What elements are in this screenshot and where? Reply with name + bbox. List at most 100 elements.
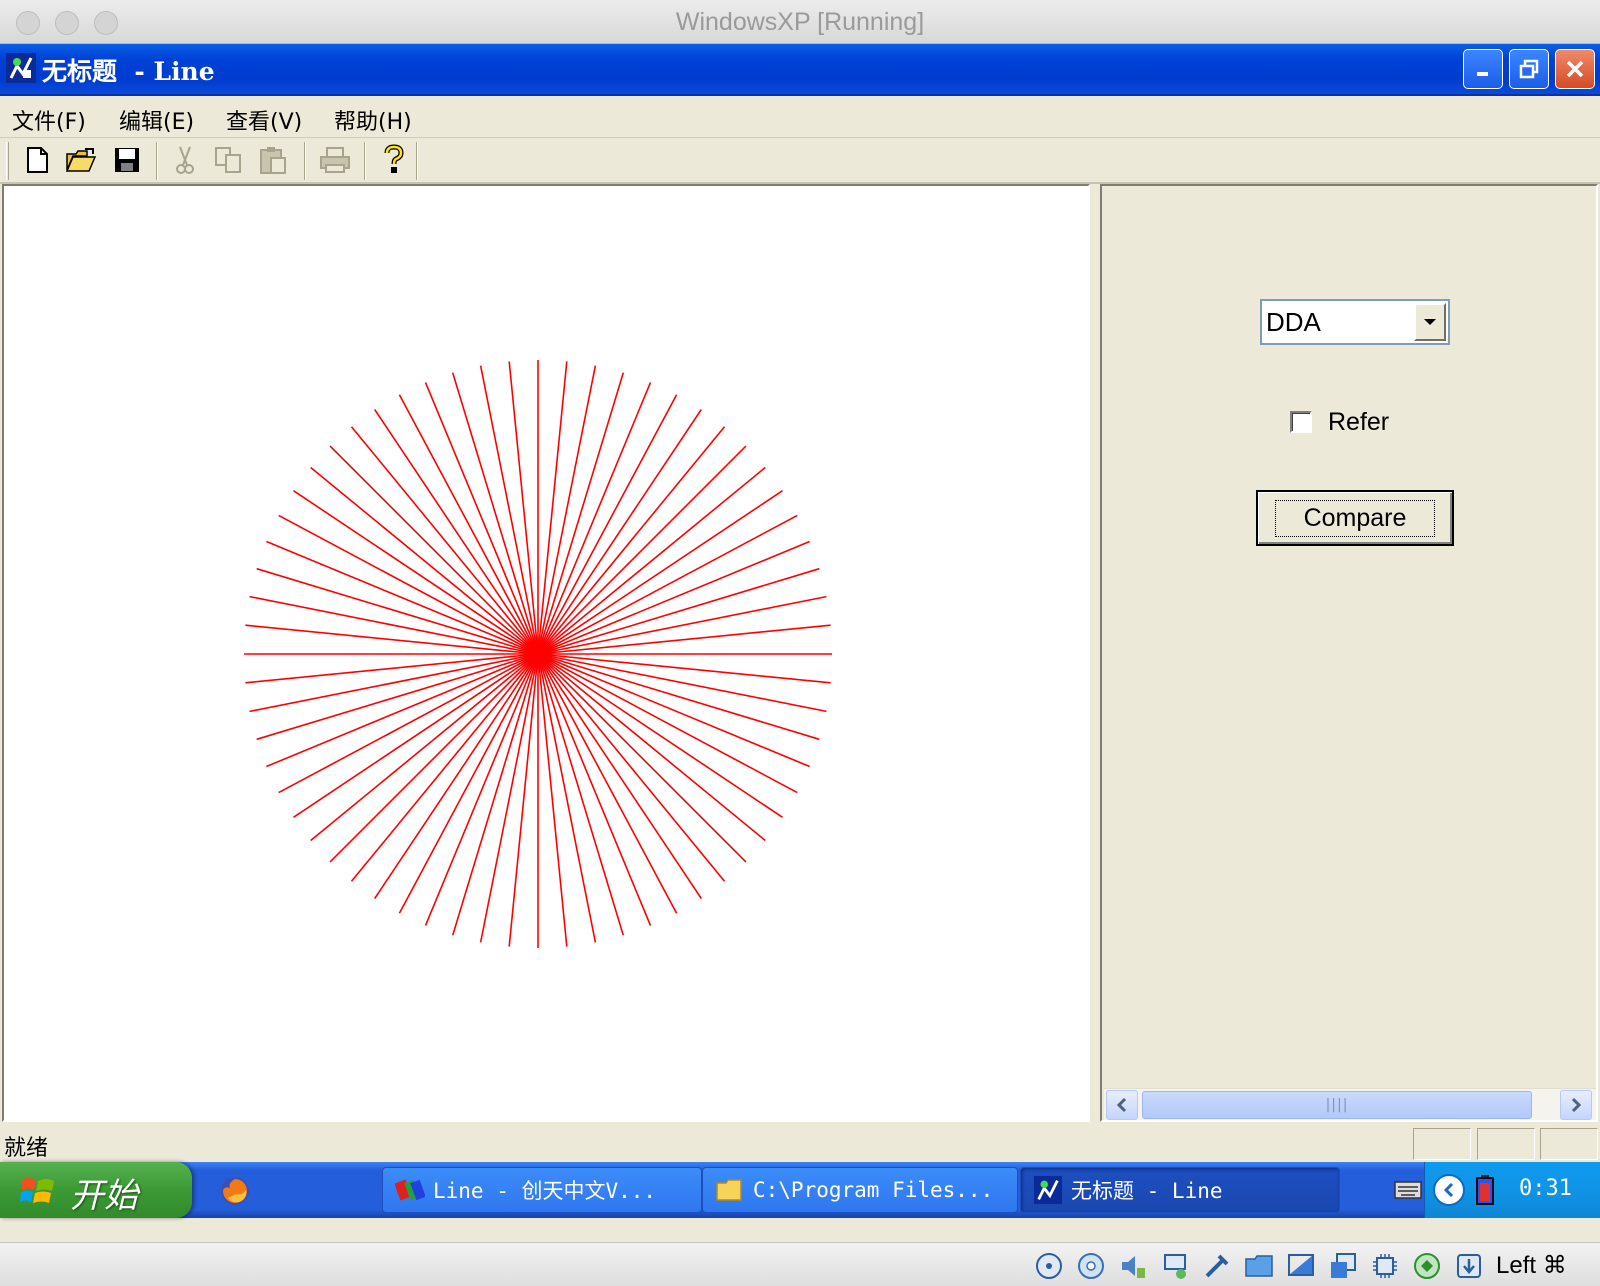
battery-tray[interactable] <box>1475 1174 1497 1206</box>
status-bar: 就绪 <box>0 1124 1600 1162</box>
compare-button[interactable]: Compare <box>1256 490 1454 546</box>
video-capture-icon <box>1331 1253 1356 1278</box>
keyboard-icon <box>1394 1181 1422 1199</box>
save-button[interactable] <box>110 143 144 177</box>
drawn-line <box>537 361 568 655</box>
drawn-line <box>278 653 539 794</box>
task-label: Line - 创天中文V... <box>433 1179 657 1203</box>
chevron-left-icon <box>1443 1182 1454 1198</box>
optical-drive-status[interactable] <box>1076 1251 1106 1281</box>
usb-icon <box>1205 1254 1229 1278</box>
save-icon <box>115 148 139 172</box>
scroll-thumb-grip: |||| <box>1325 1097 1349 1113</box>
paste-icon <box>260 147 286 174</box>
mouse-integration-icon <box>1414 1253 1440 1279</box>
app-title: 无标题 - Line <box>42 57 215 86</box>
firefox-quicklaunch[interactable] <box>218 1174 252 1208</box>
firefox-icon <box>221 1177 249 1205</box>
scroll-left-button[interactable] <box>1106 1090 1138 1120</box>
drawn-line <box>537 394 678 655</box>
refer-option[interactable]: Refer <box>1290 404 1389 440</box>
app-icon <box>1033 1175 1063 1205</box>
minimize-icon <box>1477 72 1488 76</box>
keyboard-tray[interactable] <box>1394 1178 1422 1202</box>
host-key-label: Left ⌘ <box>1496 1252 1567 1279</box>
scroll-thumb[interactable]: |||| <box>1142 1091 1532 1119</box>
drawn-line <box>537 382 652 655</box>
cpu-icon <box>1373 1254 1397 1278</box>
close-button[interactable] <box>1555 49 1595 89</box>
menu-view[interactable]: 查看(V) <box>226 104 302 136</box>
toolbar-grip[interactable] <box>6 142 9 180</box>
dropdown-arrow-button[interactable] <box>1414 303 1446 341</box>
arrow-down-icon <box>1457 1254 1481 1278</box>
copy-icon <box>215 147 241 173</box>
cut-button[interactable] <box>168 143 202 177</box>
optical-disc-icon <box>1078 1253 1104 1279</box>
status-pane <box>1413 1128 1471 1160</box>
algorithm-value: DDA <box>1266 306 1321 337</box>
status-pane <box>1477 1128 1535 1160</box>
chevron-left-icon <box>1116 1097 1127 1113</box>
drawn-line <box>537 653 831 684</box>
drawn-line <box>424 382 539 655</box>
algorithm-dropdown[interactable]: DDA <box>1260 299 1450 345</box>
drawn-line <box>350 653 539 882</box>
line-starburst <box>244 360 832 948</box>
video-capture-status[interactable] <box>1328 1251 1358 1281</box>
cpu-status[interactable] <box>1370 1251 1400 1281</box>
usb-status[interactable] <box>1202 1251 1232 1281</box>
paste-button[interactable] <box>256 143 290 177</box>
clock[interactable]: 0:31 <box>1519 1176 1572 1201</box>
task-line-ide[interactable]: Line - 创天中文V... <box>382 1167 702 1213</box>
menu-file[interactable]: 文件(F) <box>12 104 86 136</box>
drawn-line <box>537 426 726 655</box>
audio-status[interactable] <box>1118 1251 1148 1281</box>
help-button[interactable] <box>377 143 411 177</box>
drawing-canvas[interactable] <box>2 184 1090 1122</box>
show-hidden-icons-button[interactable] <box>1433 1174 1465 1206</box>
task-untitled-line[interactable]: 无标题 - Line <box>1020 1167 1340 1213</box>
mouse-integration-status[interactable] <box>1412 1251 1442 1281</box>
menu-bar: 文件(F) 编辑(E) 查看(V) 帮助(H) <box>0 98 1600 138</box>
horizontal-scrollbar[interactable]: |||| <box>1104 1088 1596 1120</box>
menu-edit[interactable]: 编辑(E) <box>119 104 194 136</box>
keyboard-capture-status[interactable] <box>1454 1251 1484 1281</box>
network-status[interactable] <box>1160 1251 1190 1281</box>
restore-icon <box>1519 59 1539 79</box>
drawn-line <box>537 540 810 655</box>
speaker-icon <box>1122 1256 1145 1278</box>
system-tray: 0:31 <box>1424 1162 1600 1218</box>
menu-help[interactable]: 帮助(H) <box>334 104 412 136</box>
help-icon <box>384 144 404 173</box>
copy-button[interactable] <box>212 143 246 177</box>
task-program-files[interactable]: C:\Program Files... <box>702 1167 1018 1213</box>
drawn-line <box>424 653 539 926</box>
refer-label: Refer <box>1328 407 1390 436</box>
host-window-titlebar: WindowsXP [Running] <box>0 0 1600 44</box>
windows-flag-icon <box>20 1178 54 1203</box>
compare-button-label: Compare <box>1274 499 1436 537</box>
print-button[interactable] <box>318 143 352 177</box>
drawn-line <box>537 653 726 882</box>
start-label: 开始 <box>70 1176 138 1216</box>
new-file-icon <box>27 147 48 173</box>
new-button[interactable] <box>20 143 54 177</box>
status-pane <box>1540 1128 1598 1160</box>
minimize-button[interactable] <box>1463 49 1503 89</box>
refer-checkbox[interactable] <box>1290 411 1312 433</box>
folder-icon <box>716 1179 742 1201</box>
ide-icon <box>395 1179 425 1201</box>
restore-button[interactable] <box>1509 49 1549 89</box>
drawn-line <box>245 653 539 684</box>
hard-disk-status[interactable] <box>1034 1251 1064 1281</box>
shared-folders-status[interactable] <box>1244 1251 1274 1281</box>
drawn-line <box>398 653 539 914</box>
open-button[interactable] <box>64 143 98 177</box>
app-titlebar[interactable]: 无标题 - Line <box>0 44 1600 96</box>
display-status[interactable] <box>1286 1251 1316 1281</box>
start-button[interactable]: 开始 <box>0 1162 192 1218</box>
drawn-line <box>537 514 798 655</box>
scroll-right-button[interactable] <box>1560 1090 1592 1120</box>
battery-icon <box>1476 1175 1494 1205</box>
